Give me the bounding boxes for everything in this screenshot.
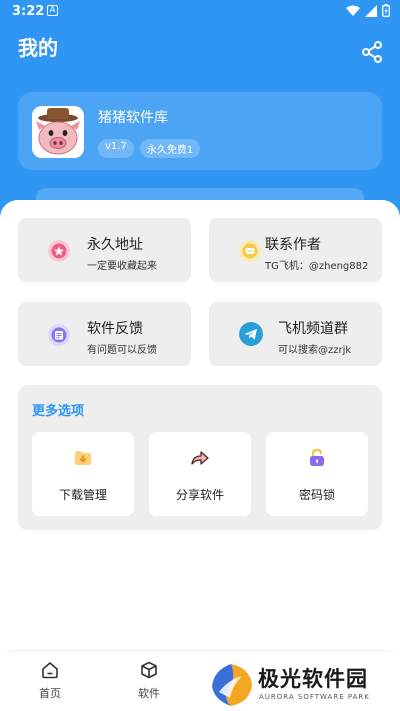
profile-card[interactable]: 猪猪软件库 v1.7 永久免费1	[18, 92, 382, 170]
card-title: 软件反馈	[87, 321, 143, 337]
card-subtitle: 有问题可以反馈	[87, 345, 157, 356]
option-label: 下载管理	[58, 488, 107, 502]
more-options-panel: 更多选项 下载管理 分享软件 密码锁	[18, 385, 382, 530]
avatar	[32, 106, 84, 158]
option-label: 密码锁	[298, 488, 335, 502]
home-icon	[42, 662, 58, 679]
notification-icon: A	[47, 5, 58, 16]
lock-icon	[310, 448, 324, 466]
more-options-title: 更多选项	[32, 404, 85, 419]
battery-icon	[382, 4, 390, 17]
wifi-icon	[346, 5, 360, 16]
nav-item-home[interactable]: 首页	[30, 661, 70, 701]
watermark: 极光软件园 AURORA SOFTWARE PARK	[206, 659, 398, 709]
share-arrow-icon	[191, 451, 209, 465]
card-title: 联系作者	[265, 237, 321, 253]
cube-icon	[141, 661, 157, 679]
profile-name: 猪猪软件库	[98, 110, 168, 126]
profile-badges: v1.7 永久免费1	[98, 139, 201, 158]
card-subtitle: TG飞机：@zheng882	[265, 261, 369, 272]
card-title: 永久地址	[87, 237, 143, 253]
option-download-manager[interactable]: 下载管理	[32, 432, 134, 516]
feedback-icon	[48, 324, 70, 346]
nav-label: 首页	[39, 687, 61, 700]
download-folder-icon	[75, 451, 91, 465]
aurora-logo-icon	[212, 664, 252, 706]
chat-icon	[239, 240, 261, 262]
card-subtitle: 一定要收藏起来	[87, 261, 157, 272]
nav-label: 软件	[138, 687, 160, 700]
card-telegram-channel[interactable]: 飞机频道群 可以搜索@zzrjk	[209, 302, 382, 366]
card-software-feedback[interactable]: 软件反馈 有问题可以反馈	[18, 302, 191, 366]
status-bar: 3:22 A	[0, 0, 400, 24]
nav-item-software[interactable]: 软件	[129, 661, 169, 701]
star-icon	[48, 240, 70, 262]
telegram-icon	[239, 322, 263, 346]
option-password-lock[interactable]: 密码锁	[266, 432, 368, 516]
version-badge: v1.7	[98, 139, 134, 158]
share-icon[interactable]	[360, 40, 384, 64]
option-label: 分享软件	[175, 488, 224, 502]
watermark-title: 极光软件园	[258, 667, 368, 691]
option-share-software[interactable]: 分享软件	[149, 432, 251, 516]
card-title: 飞机频道群	[278, 321, 348, 337]
status-time: 3:22	[12, 4, 45, 19]
system-icons	[346, 4, 390, 17]
page-title: 我的	[18, 36, 58, 60]
card-subtitle: 可以搜索@zzrjk	[278, 345, 352, 356]
tag-badge: 永久免费1	[139, 139, 201, 158]
signal-icon	[365, 4, 377, 17]
pig-avatar-icon	[32, 106, 84, 158]
card-contact-author[interactable]: 联系作者 TG飞机：@zheng882	[209, 218, 382, 282]
watermark-subtitle: AURORA SOFTWARE PARK	[259, 693, 370, 701]
card-permanent-address[interactable]: 永久地址 一定要收藏起来	[18, 218, 191, 282]
